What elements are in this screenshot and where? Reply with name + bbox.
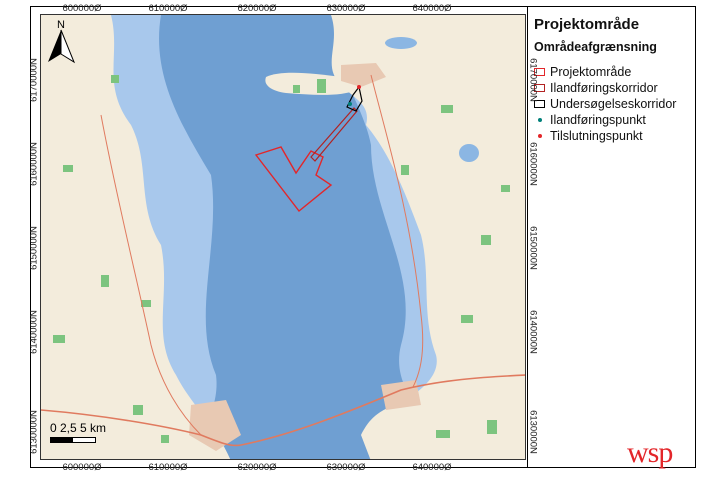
legend-item-label: Ilandføringspunkt	[550, 113, 646, 127]
basemap	[41, 15, 525, 459]
lake-north	[385, 37, 417, 49]
north-arrow: N	[44, 18, 78, 73]
y-coordinate-label: 6130000N	[28, 410, 40, 454]
north-arrow-label: N	[57, 19, 65, 31]
y-coordinate-label: 6140000N	[28, 310, 40, 354]
legend-item: Ilandføringskorridor	[534, 80, 658, 96]
scale-bar-label: 0 2,5 5 km	[50, 421, 107, 435]
scale-bar: 0 2,5 5 km	[50, 421, 106, 443]
x-coordinate-label: 640000Ø	[412, 462, 452, 473]
x-coordinate-label: 610000Ø	[148, 3, 188, 14]
legend-subtitle: Områdeafgrænsning	[534, 40, 657, 54]
x-coordinate-label: 640000Ø	[412, 3, 452, 14]
legend-item: Projektområde	[534, 64, 631, 80]
y-coordinate-label: 6150000N	[527, 226, 539, 270]
legend-panel: Projektområde Områdeafgrænsning Projekto…	[527, 6, 696, 468]
x-coordinate-label: 620000Ø	[237, 3, 277, 14]
y-coordinate-label: 6160000N	[527, 142, 539, 186]
legend-item: Tilslutningspunkt	[534, 128, 643, 144]
y-coordinate-label: 6130000N	[527, 410, 539, 454]
legend-item-label: Tilslutningspunkt	[550, 129, 643, 143]
legend-item: Undersøgelseskorridor	[534, 96, 676, 112]
legend-dot-icon	[538, 118, 542, 122]
landfall-corridor	[310, 107, 358, 162]
project-area-polygon	[254, 146, 333, 212]
legend-item: Ilandføringspunkt	[534, 112, 646, 128]
x-coordinate-label: 630000Ø	[326, 3, 366, 14]
map-canvas[interactable]	[40, 14, 526, 460]
legend-item-label: Projektområde	[550, 65, 632, 79]
y-coordinate-label: 6170000N	[527, 58, 539, 102]
legend-item-label: Undersøgelseskorridor	[550, 97, 677, 111]
legend-title: Projektområde	[534, 16, 640, 33]
legend-dot-icon	[538, 134, 542, 138]
x-coordinate-label: 630000Ø	[326, 462, 366, 473]
x-coordinate-label: 600000Ø	[62, 462, 102, 473]
lake-east	[459, 144, 479, 162]
wsp-logo: wsp	[627, 436, 673, 469]
connection-point	[357, 85, 361, 89]
y-coordinate-label: 6140000N	[527, 310, 539, 354]
x-coordinate-label: 620000Ø	[237, 462, 277, 473]
y-coordinate-label: 6170000N	[28, 58, 40, 102]
x-coordinate-label: 610000Ø	[148, 462, 188, 473]
landfall-point	[348, 102, 352, 106]
x-coordinate-label: 600000Ø	[62, 3, 102, 14]
y-coordinate-label: 6150000N	[28, 226, 40, 270]
legend-item-label: Ilandføringskorridor	[550, 81, 658, 95]
y-coordinate-label: 6160000N	[28, 142, 40, 186]
